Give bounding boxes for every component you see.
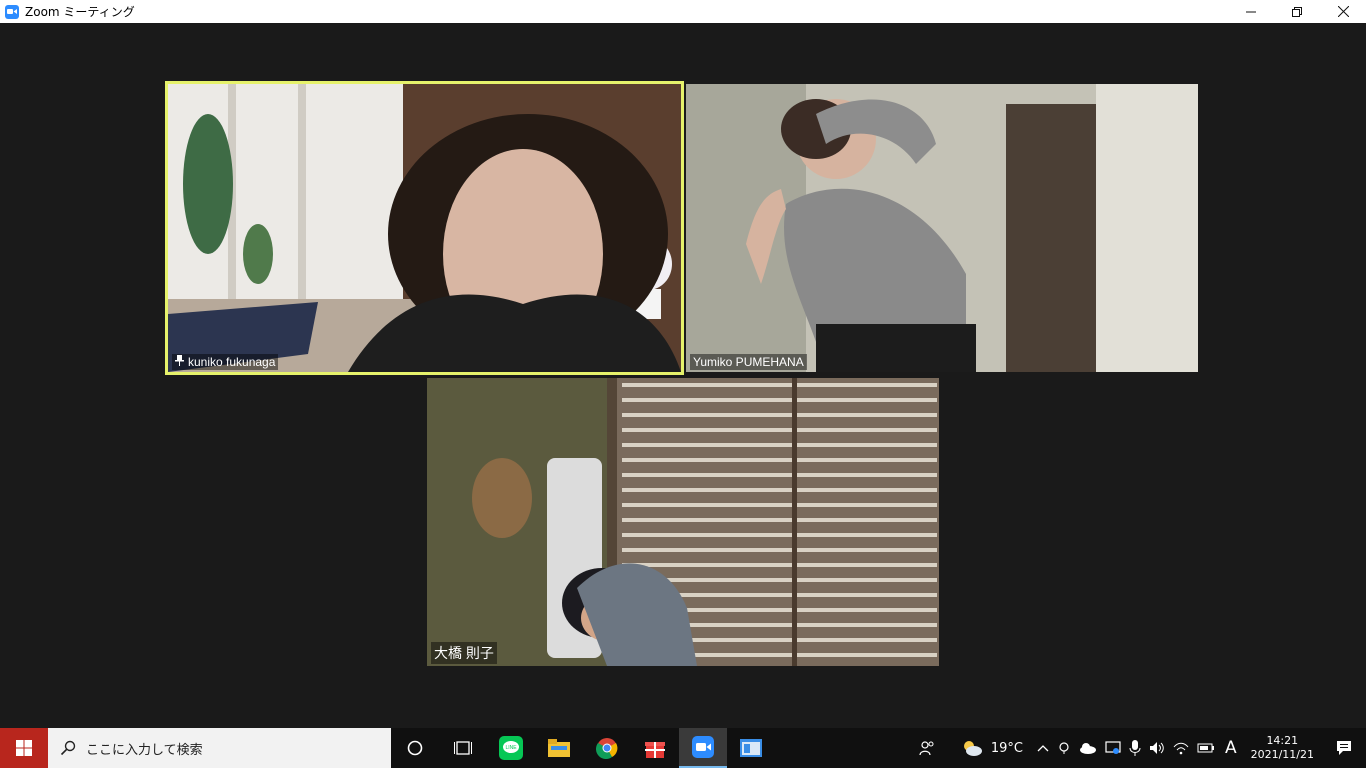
participant-name-label: kuniko fukunaga (172, 354, 279, 370)
ime-mode-text: A (1224, 738, 1237, 758)
search-box[interactable]: ここに入力して検索 (48, 728, 391, 768)
clock-time: 14:21 (1266, 734, 1299, 747)
video-feed (168, 84, 681, 372)
file-explorer-icon[interactable] (535, 728, 583, 768)
volume-icon[interactable] (1145, 728, 1169, 768)
show-hidden-icons-chevron-icon[interactable] (1033, 728, 1053, 768)
taskbar: ここに入力して検索 LINE 19°C A 14:21 2021/11/21 (0, 728, 1366, 768)
clock-date: 2021/11/21 (1250, 748, 1314, 761)
microphone-icon[interactable] (1125, 728, 1145, 768)
system-tray: 19°C A 14:21 2021/11/21 (903, 728, 1366, 768)
webcam-icon[interactable] (1053, 728, 1075, 768)
notifications-icon[interactable] (1322, 728, 1366, 768)
video-tile-ohashi[interactable]: 大橋 則子 (427, 378, 939, 666)
pin-icon (175, 355, 184, 369)
restore-button[interactable] (1274, 0, 1320, 23)
line-app-icon[interactable]: LINE (487, 728, 535, 768)
taskbar-clock[interactable]: 14:21 2021/11/21 (1243, 734, 1322, 762)
participant-name-label: 大橋 則子 (431, 642, 497, 664)
display-settings-icon[interactable] (1101, 728, 1125, 768)
start-button[interactable] (0, 728, 48, 768)
search-placeholder: ここに入力して検索 (86, 742, 203, 758)
participant-name: Yumiko PUMEHANA (693, 355, 804, 369)
cortana-icon[interactable] (391, 728, 439, 768)
people-icon[interactable] (903, 728, 951, 768)
minimize-button[interactable] (1228, 0, 1274, 23)
participant-name: kuniko fukunaga (188, 355, 276, 369)
weather-temperature: 19°C (990, 740, 1023, 756)
task-view-icon[interactable] (439, 728, 487, 768)
weather-widget[interactable]: 19°C (951, 728, 1033, 768)
video-tile-yumiko[interactable]: Yumiko PUMEHANA (686, 84, 1198, 372)
video-feed (686, 84, 1198, 372)
zoom-taskbar-icon[interactable] (679, 728, 727, 768)
weather-partly-cloudy-icon (963, 741, 982, 756)
participant-name: 大橋 則子 (434, 645, 494, 661)
meeting-gallery: kuniko fukunaga Yumiko PUMEHANA 大橋 則子 (0, 23, 1366, 727)
zoom-app-icon (5, 4, 19, 19)
onedrive-cloud-icon[interactable] (1075, 728, 1101, 768)
participant-name-label: Yumiko PUMEHANA (690, 354, 807, 370)
gift-app-icon[interactable] (631, 728, 679, 768)
close-button[interactable] (1320, 0, 1366, 23)
search-icon (60, 740, 76, 756)
ime-mode-indicator[interactable]: A (1219, 728, 1243, 768)
window-title: Zoom ミーティング (25, 5, 135, 19)
windows-logo-icon (16, 740, 32, 756)
title-bar: Zoom ミーティング (0, 0, 1366, 23)
wifi-icon[interactable] (1169, 728, 1193, 768)
window-app-icon[interactable] (727, 728, 775, 768)
video-tile-kuniko[interactable]: kuniko fukunaga (165, 81, 684, 375)
video-feed (427, 378, 939, 666)
battery-icon[interactable] (1193, 728, 1219, 768)
chrome-icon[interactable] (583, 728, 631, 768)
svg-text:LINE: LINE (505, 745, 517, 751)
